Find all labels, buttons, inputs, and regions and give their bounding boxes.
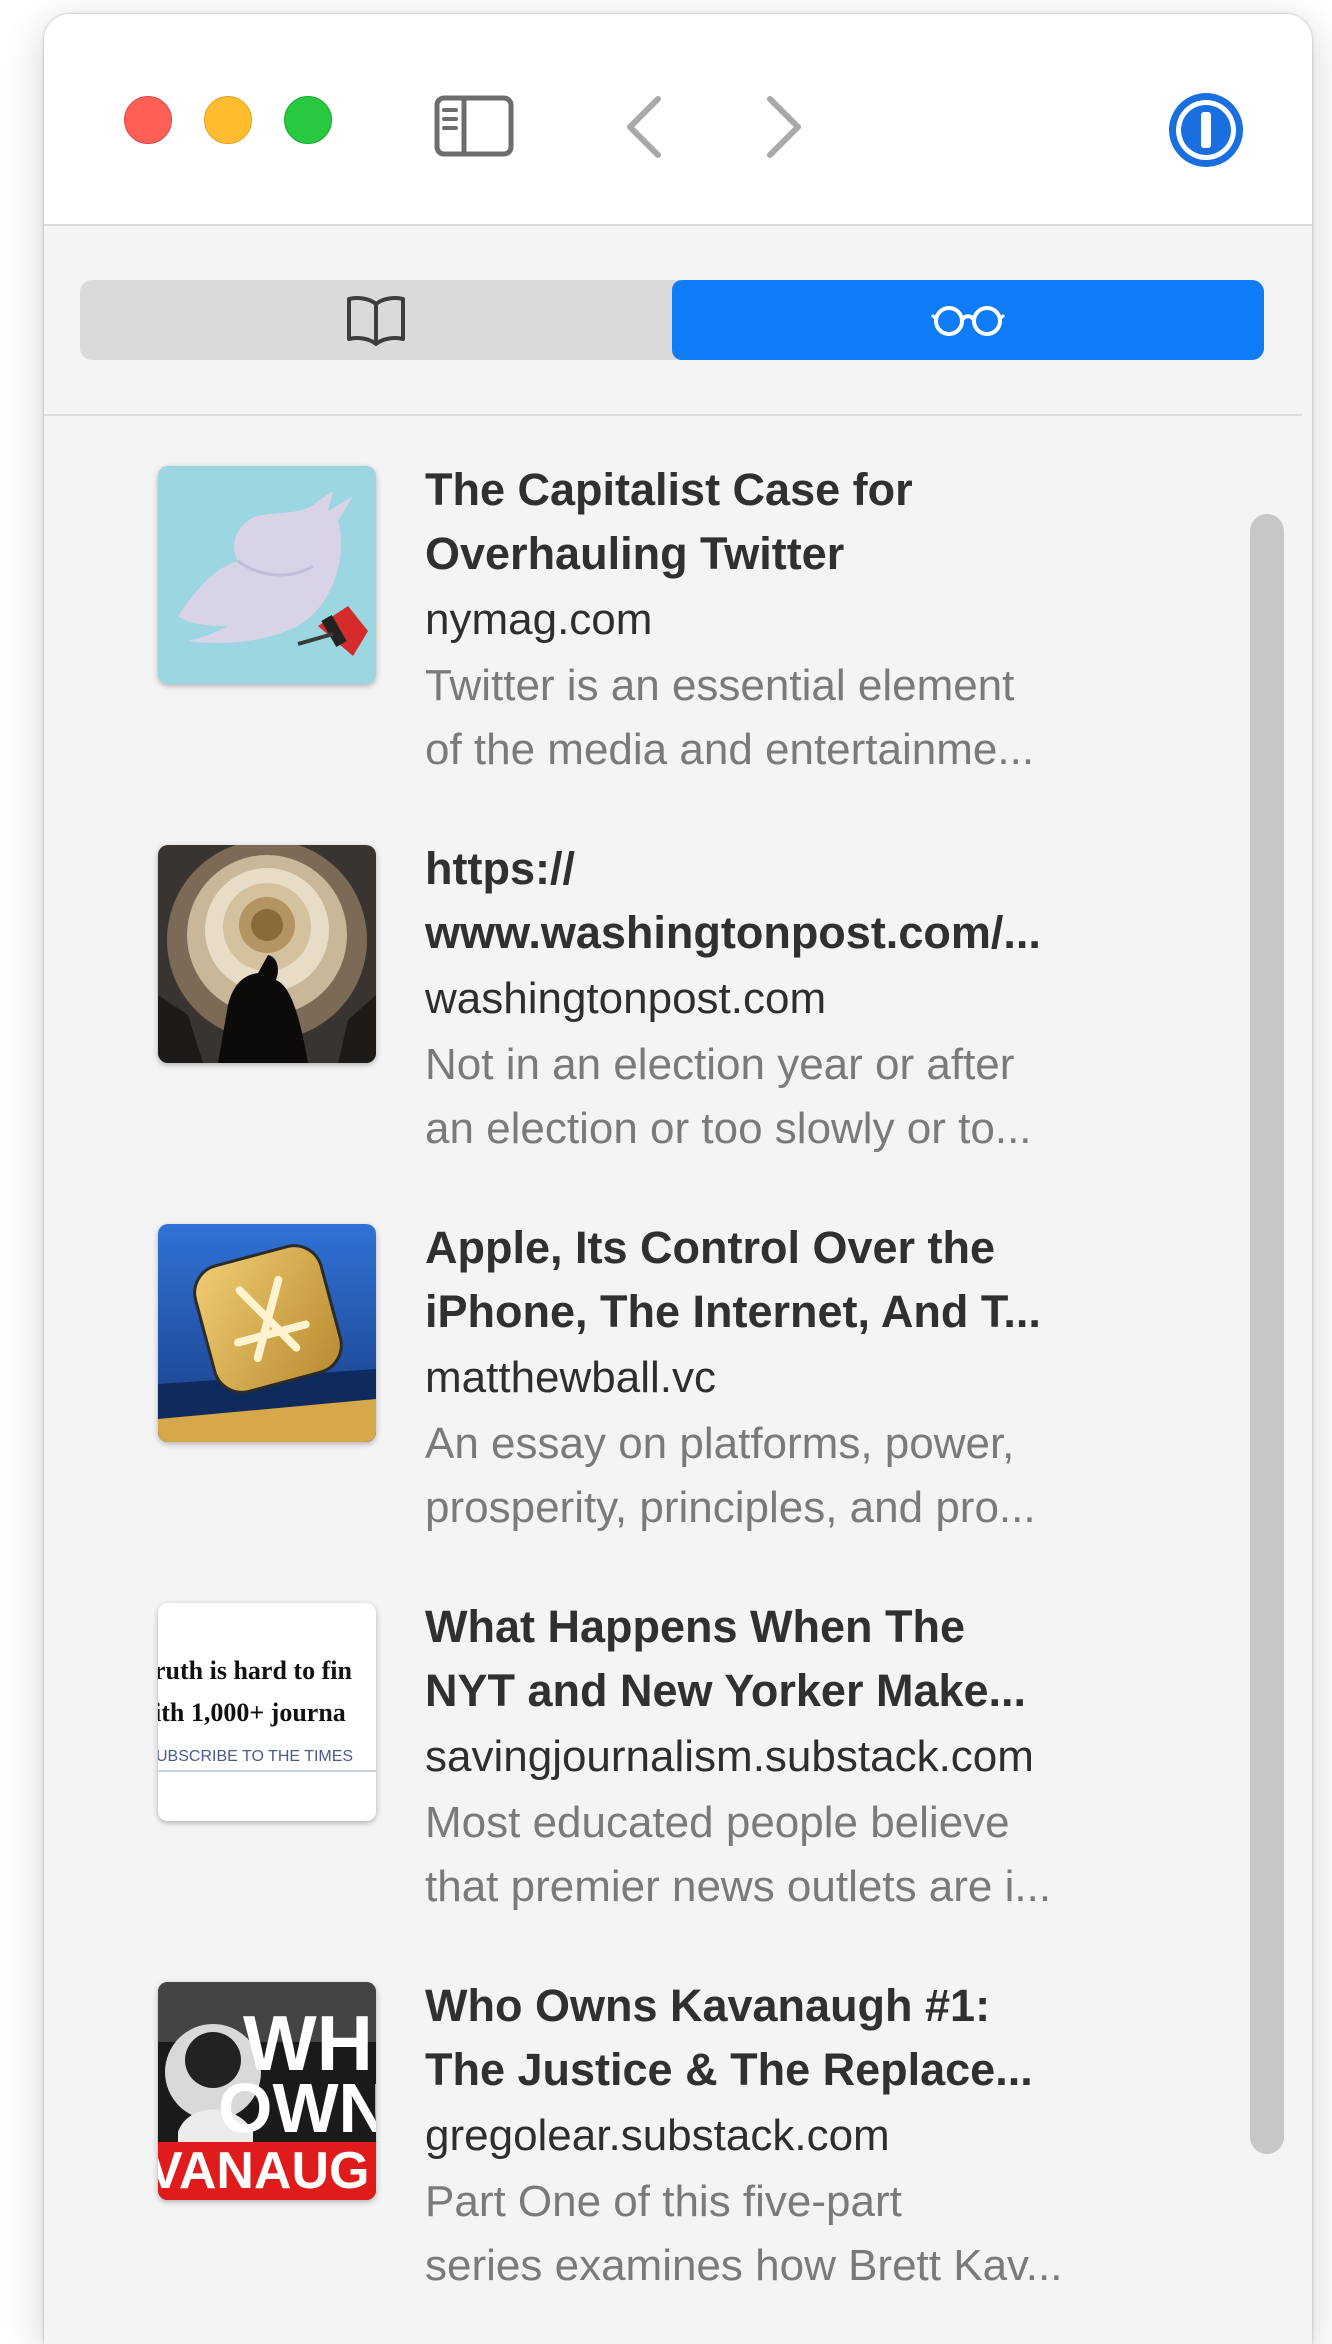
onepassword-icon [1169,93,1243,167]
item-domain: washingtonpost.com [425,974,827,1023]
close-button[interactable] [124,96,172,144]
scrollbar-thumb[interactable] [1250,514,1284,2154]
item-title-line: https:// [425,843,575,894]
list-item[interactable]: https:// www.washingtonpost.com/... wash… [44,823,1244,1202]
tab-bookmarks[interactable] [80,280,672,360]
thumb-text-line: UBSCRIBE TO THE TIMES [158,1748,353,1765]
toolbar [44,14,1312,226]
item-title-line: Who Owns Kavanaugh #1: [425,1980,991,2031]
scrollbar[interactable] [1250,514,1284,2154]
item-excerpt-line: that premier news outlets are i... [425,1862,1052,1911]
safari-window: The Capitalist Case for Overhauling Twit… [44,14,1312,2344]
sidebar-icon [434,95,514,157]
item-excerpt-line: prosperity, principles, and pro... [425,1483,1036,1532]
list-item-text: Who Owns Kavanaugh #1: The Justice & The… [425,1974,1185,2298]
back-button[interactable] [614,92,674,162]
twitter-bird-thumbnail [158,466,376,684]
list-item[interactable]: ruth is hard to fin ith 1,000+ journa UB… [44,1581,1244,1960]
thumb-text-line: ruth is hard to fin [158,1656,352,1685]
item-title-line: Overhauling Twitter [425,528,845,579]
reading-glasses-icon [931,306,1005,336]
list-item-text: https:// www.washingtonpost.com/... wash… [425,837,1185,1161]
sidebar-toggle-button[interactable] [434,94,514,158]
item-domain: matthewball.vc [425,1353,717,1402]
item-excerpt-line: Twitter is an essential element [425,661,1015,710]
item-excerpt-line: of the media and entertainme... [425,725,1035,774]
capitol-dome-thumbnail [158,845,376,1063]
list-item[interactable]: WHO OWN VANAUG Who Owns Kavanaugh #1: Th… [44,1960,1244,2339]
item-domain: savingjournalism.substack.com [425,1732,1034,1781]
list-item[interactable]: The Capitalist Case for Overhauling Twit… [44,444,1244,823]
list-item[interactable]: Apple, Its Control Over the iPhone, The … [44,1202,1244,1581]
list-item-text: The Capitalist Case for Overhauling Twit… [425,458,1185,782]
who-owns-kavanaugh-thumbnail: WHO OWN VANAUG [158,1982,376,2200]
list-item-text: What Happens When The NYT and New Yorker… [425,1595,1185,1919]
separator [44,414,1302,416]
list-item-text: Apple, Its Control Over the iPhone, The … [425,1216,1185,1540]
item-title-line: The Capitalist Case for [425,464,913,515]
book-icon [347,296,405,346]
item-excerpt-line: series examines how Brett Kav... [425,2241,1063,2290]
thumb-text-line: ith 1,000+ journa [158,1698,346,1727]
newspaper-ad-thumbnail: ruth is hard to fin ith 1,000+ journa UB… [158,1603,376,1821]
sidebar-segmented-control [80,280,1264,360]
onepassword-button[interactable] [1164,88,1248,172]
item-excerpt-line: Most educated people believe [425,1798,1010,1847]
item-domain: gregolear.substack.com [425,2111,890,2160]
item-excerpt-line: An essay on platforms, power, [425,1419,1015,1468]
chevron-left-icon [627,96,661,158]
item-title-line: www.washingtonpost.com/... [425,907,1041,958]
item-title-line: iPhone, The Internet, And T... [425,1286,1041,1337]
tab-reading-list[interactable] [672,280,1264,360]
item-excerpt-line: Part One of this five-part [425,2177,902,2226]
item-domain: nymag.com [425,595,653,644]
item-title-line: Apple, Its Control Over the [425,1222,996,1273]
item-title-line: The Justice & The Replace... [425,2044,1033,2095]
item-title-line: NYT and New Yorker Make... [425,1665,1027,1716]
minimize-button[interactable] [204,96,252,144]
item-title-line: What Happens When The [425,1601,965,1652]
item-excerpt-line: Not in an election year or after [425,1040,1015,1089]
chevron-right-icon [767,96,801,158]
thumb-text-line: VANAUG [158,2142,369,2200]
forward-button[interactable] [754,92,814,162]
thumb-text-line: OWN [218,2069,376,2147]
item-excerpt-line: an election or too slowly or to... [425,1104,1032,1153]
app-store-thumbnail [158,1224,376,1442]
reading-list: The Capitalist Case for Overhauling Twit… [44,444,1244,2339]
zoom-button[interactable] [284,96,332,144]
